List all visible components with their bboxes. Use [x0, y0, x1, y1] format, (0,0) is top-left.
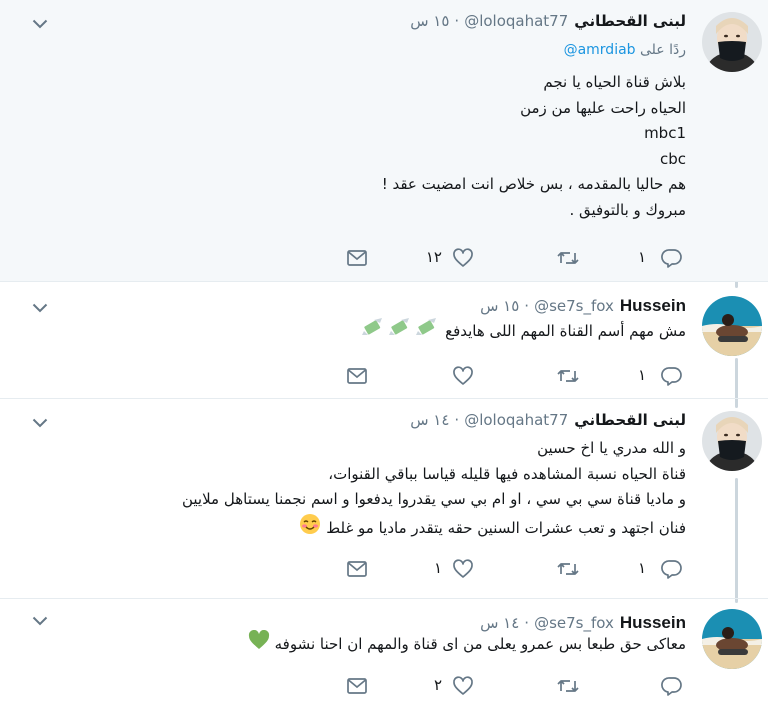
- author-name[interactable]: لبنى القحطاني: [574, 12, 686, 30]
- retweet-button[interactable]: [556, 557, 580, 581]
- timestamp[interactable]: ١٥ س: [480, 297, 519, 315]
- tweet[interactable]: Hussein @se7s_fox · ١٥ س مش مهم أسم القن…: [0, 281, 768, 398]
- like-button[interactable]: [452, 364, 474, 388]
- reply-count: ١: [637, 366, 646, 384]
- reply-button[interactable]: [661, 674, 683, 698]
- retweet-icon: [557, 252, 579, 264]
- reply-button[interactable]: [661, 364, 683, 388]
- chevron-down-icon[interactable]: [32, 14, 48, 33]
- tweet-actions: ١ ١٢: [0, 246, 768, 270]
- tweet-text: مش مهم أسم القناة المهم اللى هايدفع: [362, 317, 686, 346]
- reply-icon: [661, 367, 682, 386]
- tweet-actions: ١ ١: [0, 557, 768, 581]
- tweet-line: مبروك و بالتوفيق .: [569, 200, 686, 219]
- chevron-down-icon[interactable]: [32, 413, 48, 432]
- envelope-icon: [347, 561, 367, 577]
- direct-message-button[interactable]: [346, 674, 368, 698]
- direct-message-button[interactable]: [346, 246, 368, 270]
- reply-count: ١: [637, 559, 646, 577]
- envelope-icon: [347, 368, 367, 384]
- direct-message-button[interactable]: [346, 364, 368, 388]
- smiling-blush-emoji: [299, 513, 321, 544]
- separator-dot: ·: [454, 12, 460, 30]
- tweet[interactable]: Hussein @se7s_fox · ١٤ س معاكى حق طبعا ب…: [0, 598, 768, 701]
- reply-button[interactable]: [661, 557, 683, 581]
- woman-mask-avatar: [702, 411, 762, 471]
- heart-icon: [453, 248, 473, 267]
- retweet-button[interactable]: [556, 246, 580, 270]
- tweet-line: هم حاليا بالمقدمه ، بس خلاص انت امضيت عق…: [381, 175, 686, 193]
- envelope-icon: [347, 678, 367, 694]
- money-wings-emoji: [362, 317, 440, 346]
- reply-button[interactable]: [661, 246, 683, 270]
- heart-icon: [453, 559, 473, 578]
- tweet-line: cbc: [659, 149, 686, 168]
- retweet-icon: [557, 370, 579, 382]
- heart-icon: [453, 676, 473, 695]
- author-handle[interactable]: @se7s_fox: [534, 297, 614, 315]
- separator-dot: ·: [454, 411, 460, 429]
- like-count: ٢: [433, 676, 442, 694]
- envelope-icon: [347, 250, 367, 266]
- reply-icon: [661, 249, 682, 268]
- timestamp[interactable]: ١٥ س: [410, 12, 449, 30]
- tweet-text: بلاش قناة الحياه يا نجم الحياه راحت عليه…: [382, 70, 686, 223]
- reply-icon: [661, 677, 682, 696]
- tweet-line: معاكى حق طبعا بس عمرو يعلى من اى قناة وا…: [248, 629, 686, 659]
- tweet-header: لبنى القحطاني @loloqahat77 · ١٥ س: [410, 12, 686, 30]
- tweet-line-text: مش مهم أسم القناة المهم اللى هايدفع: [445, 321, 686, 340]
- retweet-button[interactable]: [556, 674, 580, 698]
- avatar[interactable]: [702, 296, 762, 356]
- chevron-down-icon[interactable]: [32, 611, 48, 630]
- tweet-line: مش مهم أسم القناة المهم اللى هايدفع: [362, 317, 686, 346]
- author-name[interactable]: Hussein: [620, 296, 686, 316]
- direct-message-button[interactable]: [346, 557, 368, 581]
- tweet-line: الحياه راحت عليها من زمن: [520, 98, 686, 117]
- tweet-line-text: معاكى حق طبعا بس عمرو يعلى من اى قناة وا…: [274, 634, 686, 653]
- tweet-line: بلاش قناة الحياه يا نجم: [543, 73, 686, 91]
- like-count: ١٢: [425, 248, 442, 266]
- green-heart-emoji: [248, 629, 270, 659]
- author-handle[interactable]: @loloqahat77: [464, 411, 568, 429]
- tweet-line: و الله مدري يا اخ حسين: [537, 439, 686, 457]
- tweet-text: و الله مدري يا اخ حسين قناة الحياه نسبة …: [182, 436, 686, 543]
- heart-icon: [453, 366, 473, 385]
- reply-to-mention[interactable]: @amrdiab: [564, 42, 636, 58]
- chevron-down-icon[interactable]: [32, 298, 48, 317]
- timestamp[interactable]: ١٤ س: [410, 411, 449, 429]
- reply-to: ردًا على @amrdiab: [564, 42, 686, 58]
- woman-mask-avatar: [702, 12, 762, 72]
- avatar[interactable]: [702, 12, 762, 72]
- retweet-icon: [557, 680, 579, 692]
- like-button[interactable]: [452, 557, 474, 581]
- tweet-actions: ٢: [0, 674, 768, 698]
- tweet-line: و ماديا قناة سي بي سي ، او ام بي سي يقدر…: [181, 490, 686, 508]
- tweet[interactable]: لبنى القحطاني @loloqahat77 · ١٤ س و الله…: [0, 398, 768, 598]
- tweet-text: معاكى حق طبعا بس عمرو يعلى من اى قناة وا…: [248, 629, 686, 659]
- retweet-button[interactable]: [556, 364, 580, 388]
- reply-icon: [661, 560, 682, 579]
- avatar[interactable]: [702, 609, 762, 669]
- reply-to-label: ردًا على: [640, 42, 686, 58]
- author-handle[interactable]: @loloqahat77: [464, 12, 568, 30]
- like-button[interactable]: [452, 674, 474, 698]
- retweet-icon: [557, 563, 579, 575]
- tweet-line: قناة الحياه نسبة المشاهده فيها قليله قيا…: [328, 464, 686, 483]
- tweet-header: لبنى القحطاني @loloqahat77 · ١٤ س: [410, 411, 686, 429]
- tweet-line: mbc1: [644, 124, 686, 142]
- separator-dot: ·: [524, 297, 530, 315]
- like-count: ١: [433, 559, 442, 577]
- tweet-header: Hussein @se7s_fox · ١٥ س: [480, 296, 686, 316]
- like-button[interactable]: [452, 246, 474, 270]
- tweet-actions: ١: [0, 364, 768, 388]
- tweet[interactable]: لبنى القحطاني @loloqahat77 · ١٥ س ردًا ع…: [0, 0, 768, 281]
- beach-man-avatar: [702, 609, 762, 669]
- reply-count: ١: [637, 248, 646, 266]
- avatar[interactable]: [702, 411, 762, 471]
- tweet-line: فنان اجتهد و تعب عشرات السنين حقه يتقدر …: [182, 513, 686, 544]
- author-name[interactable]: لبنى القحطاني: [574, 411, 686, 429]
- beach-man-avatar: [702, 296, 762, 356]
- tweet-line-text: فنان اجتهد و تعب عشرات السنين حقه يتقدر …: [326, 518, 686, 537]
